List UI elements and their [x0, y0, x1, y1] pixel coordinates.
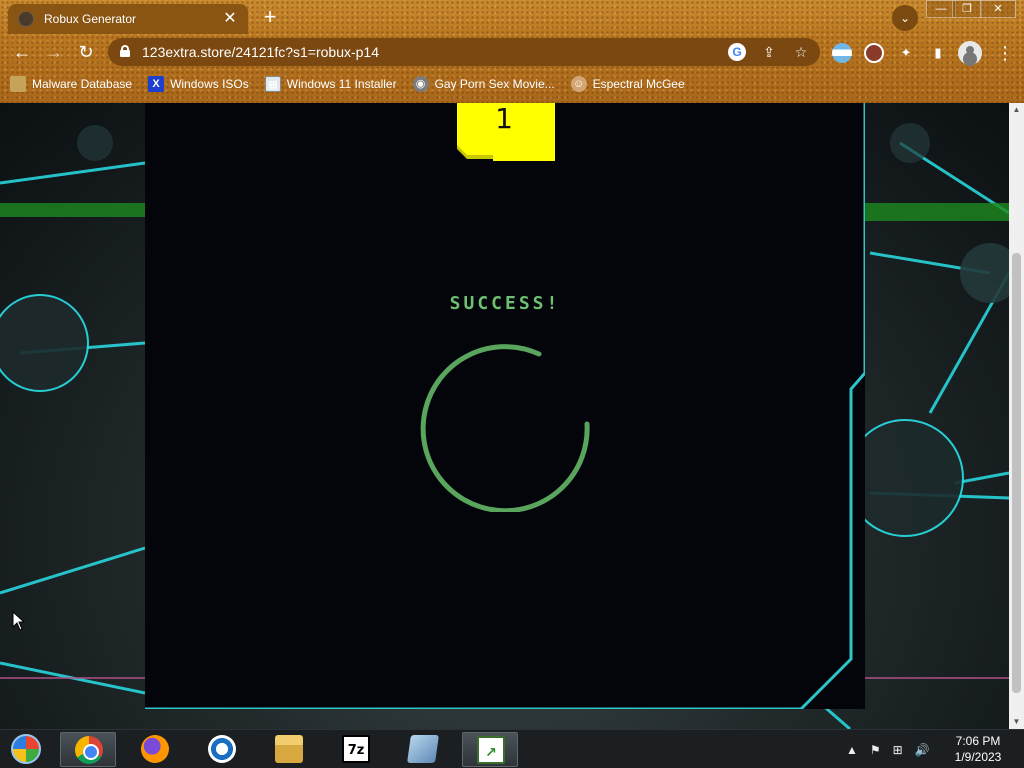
extensions-puzzle-icon[interactable]: ✦: [896, 43, 916, 63]
system-tray: ▲ ⚑ ⊞ 🔊: [846, 740, 942, 760]
browser-menu-icon[interactable]: ⋮: [996, 41, 1014, 65]
chart-icon: ↗: [477, 736, 505, 764]
tray-expand-icon[interactable]: ▲: [846, 743, 858, 757]
profile-avatar[interactable]: [958, 41, 982, 65]
volume-icon[interactable]: 🔊: [915, 743, 930, 757]
taskbar-file-explorer[interactable]: [261, 732, 317, 767]
taskbar-firefox[interactable]: [127, 732, 183, 767]
bookmark-malware-database[interactable]: Malware Database: [10, 76, 132, 92]
tab-robux-generator[interactable]: Robux Generator ✕: [8, 4, 248, 34]
bookmark-espectral-mcgee[interactable]: ☺ Espectral McGee: [570, 76, 685, 92]
tab-favicon-icon: [18, 11, 34, 27]
taskbar-notepad[interactable]: [395, 732, 451, 767]
google-lens-icon[interactable]: G: [728, 43, 746, 61]
bookmark-windows-isos[interactable]: X Windows ISOs: [148, 76, 249, 92]
action-center-flag-icon[interactable]: ⚑: [870, 743, 881, 757]
extension-flag-icon[interactable]: [832, 43, 852, 63]
bookmark-label: Windows 11 Installer: [286, 77, 397, 91]
scroll-up-icon[interactable]: ▲: [1012, 105, 1021, 115]
status-text: SUCCESS!: [449, 293, 561, 314]
taskbar-7zip[interactable]: 7z: [328, 732, 384, 767]
bookmarks-bar: Malware Database X Windows ISOs ▦ Window…: [10, 74, 701, 94]
scroll-down-icon[interactable]: ▼: [1012, 717, 1021, 727]
bookmark-label: Espectral McGee: [592, 77, 685, 91]
x-icon: X: [148, 76, 165, 92]
disk-icon: ◉: [412, 76, 429, 92]
tab-search-button[interactable]: ⌄: [892, 5, 918, 31]
scrollbar-thumb[interactable]: [1012, 253, 1021, 693]
vertical-scrollbar[interactable]: ▲ ▼: [1009, 103, 1024, 729]
bookmark-label: Windows ISOs: [170, 77, 249, 91]
generator-panel: 1 SUCCESS!: [145, 103, 865, 709]
start-button[interactable]: [6, 732, 46, 766]
taskbar-opera[interactable]: [194, 732, 250, 767]
face-icon: ☺: [570, 76, 587, 92]
extension-avatar-icon[interactable]: [864, 43, 884, 63]
notepad-icon: [407, 735, 439, 763]
firefox-icon: [141, 735, 169, 763]
bookmark-star-icon[interactable]: ☆: [792, 43, 810, 61]
back-button[interactable]: ←: [10, 40, 34, 64]
url-text[interactable]: 123extra.store/24121fc?s1=robux-p14: [142, 44, 379, 60]
bookmark-gay-porn-sex-movie[interactable]: ◉ Gay Porn Sex Movie...: [412, 76, 555, 92]
close-window-button[interactable]: ✕: [980, 0, 1016, 18]
7zip-icon: 7z: [342, 735, 370, 763]
taskbar-chart-app[interactable]: ↗: [462, 732, 518, 767]
reload-button[interactable]: ↻: [74, 40, 98, 64]
step-number: 1: [495, 103, 513, 135]
new-tab-button[interactable]: +: [258, 6, 282, 30]
folder-icon: [275, 735, 303, 763]
chrome-icon: [75, 736, 103, 764]
tab-title: Robux Generator: [44, 12, 137, 26]
clock-time: 7:06 PM: [955, 734, 1001, 748]
opera-icon: [208, 735, 236, 763]
folder-icon: [10, 76, 26, 92]
browser-chrome: Robux Generator ✕ + ⌄ — ❐ ✕ ← → ↻ 123ext…: [0, 0, 1024, 103]
taskbar-chrome[interactable]: [60, 732, 116, 767]
system-clock[interactable]: 7:06 PM 1/9/2023: [940, 733, 1016, 765]
side-panel-icon[interactable]: ▮: [928, 43, 948, 63]
maximize-button[interactable]: ❐: [952, 0, 982, 18]
windows-logo-icon: [11, 734, 41, 764]
network-icon[interactable]: ⊞: [893, 743, 903, 757]
clock-date: 1/9/2023: [954, 750, 1002, 764]
loading-spinner: [420, 344, 590, 512]
lock-icon[interactable]: [120, 45, 130, 57]
address-bar[interactable]: 123extra.store/24121fc?s1=robux-p14 G ⇪ …: [108, 38, 820, 66]
image-icon: ▦: [264, 76, 281, 92]
forward-button[interactable]: →: [42, 40, 66, 64]
tab-close-icon[interactable]: ✕: [222, 11, 238, 27]
bookmark-windows-11-installer[interactable]: ▦ Windows 11 Installer: [264, 76, 397, 92]
bookmark-label: Malware Database: [32, 77, 133, 91]
windows-taskbar: 7z ↗ ▲ ⚑ ⊞ 🔊 7:06 PM 1/9/2023: [0, 729, 1024, 768]
mouse-cursor-icon: [12, 611, 26, 631]
share-icon[interactable]: ⇪: [760, 43, 778, 61]
bookmark-label: Gay Porn Sex Movie...: [434, 77, 555, 91]
page-viewport: 1 SUCCESS!: [0, 103, 1009, 729]
